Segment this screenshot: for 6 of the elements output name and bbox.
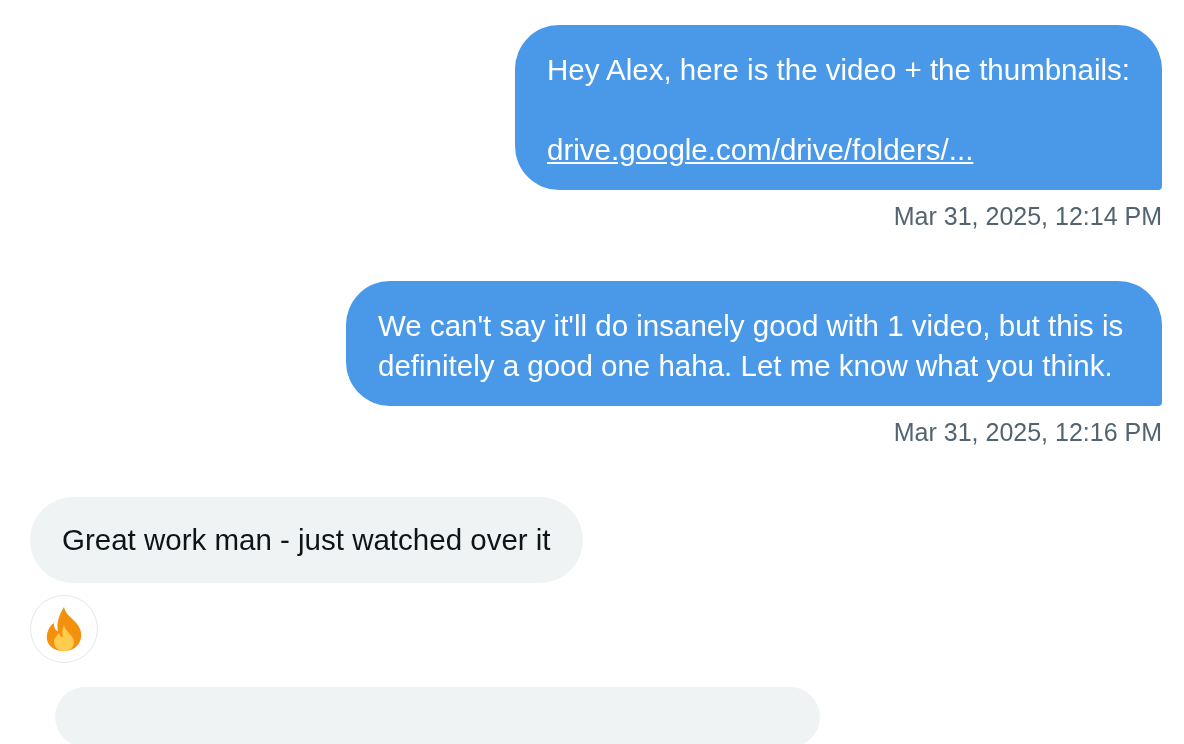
message-text: Great work man - just watched over it [62,522,551,558]
message-timestamp: Mar 31, 2025, 12:16 PM [893,418,1162,447]
message-timestamp: Mar 31, 2025, 12:14 PM [893,202,1162,231]
message-text: Hey Alex, here is the video + the thumbnails: [547,52,1130,88]
message-link[interactable]: drive.google.com/drive/folders/... [547,130,974,170]
message-text: We can't say it'll do insanely good with 1 video, but this is definitely a good one haha. Let me know what you think. [378,308,1125,384]
